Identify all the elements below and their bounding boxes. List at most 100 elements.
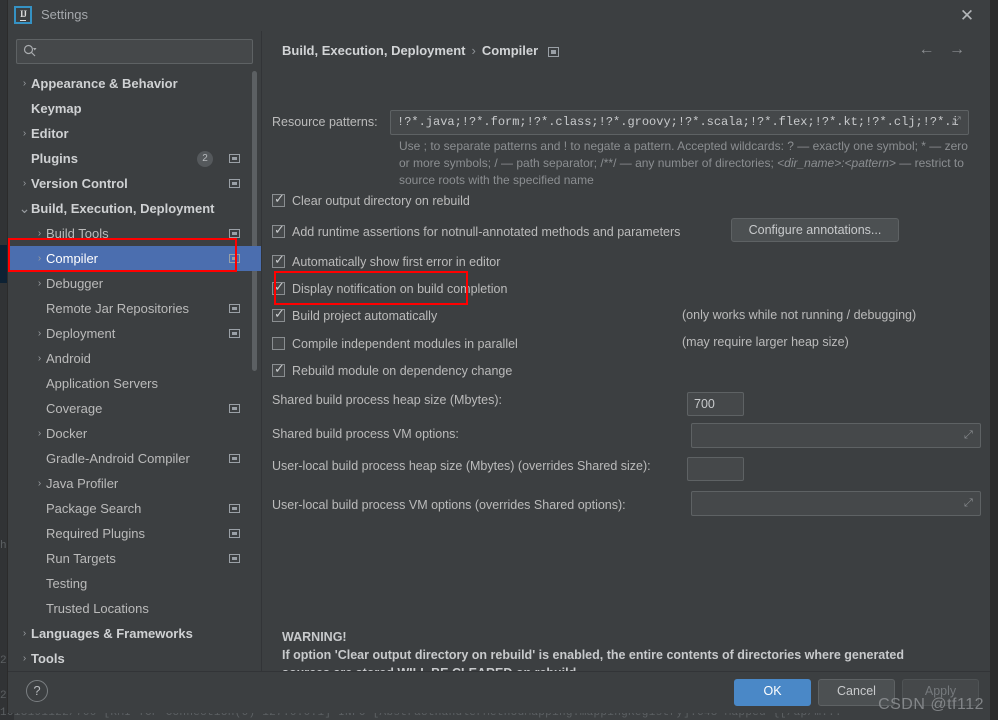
sidebar-item-languages-frameworks[interactable]: › Languages & Frameworks: [8, 621, 261, 646]
configure-annotations-button[interactable]: Configure annotations...: [731, 218, 899, 242]
expand-editor-icon[interactable]: ⤢: [952, 116, 964, 128]
sidebar-item-version-control[interactable]: › Version Control: [8, 171, 261, 196]
sidebar-item-plugins[interactable]: ›Plugins2: [8, 146, 261, 171]
sidebar-item-trusted-locations[interactable]: ›Trusted Locations: [8, 596, 261, 621]
sidebar-item-testing[interactable]: ›Testing: [8, 571, 261, 596]
breadcrumb-root[interactable]: Build, Execution, Deployment: [282, 43, 465, 58]
chevron-right-icon[interactable]: ›: [18, 121, 31, 146]
chevron-down-icon[interactable]: ⌄: [18, 196, 31, 221]
sidebar-item-keymap[interactable]: ›Keymap: [8, 96, 261, 121]
modified-settings-icon: [229, 454, 240, 463]
checkbox-checked-icon[interactable]: [272, 306, 286, 323]
field-input[interactable]: 700: [687, 392, 744, 416]
checkbox-display-notification-on-build-completion[interactable]: Display notification on build completion: [272, 279, 508, 298]
chevron-right-icon[interactable]: ›: [18, 171, 31, 196]
settings-tree[interactable]: ›Appearance & Behavior›Keymap›Editor›Plu…: [8, 71, 261, 671]
sidebar-item-build-tools[interactable]: › Build Tools: [8, 221, 261, 246]
resource-patterns-value: !?*.java;!?*.form;!?*.class;!?*.groovy;!…: [397, 115, 959, 129]
sidebar-item-label: Application Servers: [46, 376, 158, 392]
sidebar-item-run-targets[interactable]: ›Run Targets: [8, 546, 261, 571]
sidebar-item-package-search[interactable]: ›Package Search: [8, 496, 261, 521]
sidebar-item-java-profiler[interactable]: › Java Profiler: [8, 471, 261, 496]
checkbox-label: Clear output directory on rebuild: [292, 193, 470, 208]
sidebar-item-appearance-behavior[interactable]: › Appearance & Behavior: [8, 71, 261, 96]
checkbox-clear-output-directory-on-rebuild[interactable]: Clear output directory on rebuild: [272, 191, 470, 210]
checkbox-rebuild-module-on-dependency-change[interactable]: Rebuild module on dependency change: [272, 361, 513, 380]
checkbox-checked-icon[interactable]: [272, 279, 286, 296]
chevron-right-icon[interactable]: ›: [33, 221, 46, 246]
modified-settings-icon: [229, 529, 240, 538]
checkbox-unchecked-icon[interactable]: [272, 337, 285, 351]
checkbox-label: Rebuild module on dependency change: [292, 363, 513, 378]
sidebar-item-docker[interactable]: › Docker: [8, 421, 261, 446]
modified-settings-icon: [229, 154, 240, 163]
sidebar-item-debugger[interactable]: › Debugger: [8, 271, 261, 296]
sidebar-item-compiler[interactable]: › Compiler: [8, 246, 261, 271]
forward-arrow-icon[interactable]: →: [944, 41, 970, 59]
sidebar-item-label: Testing: [46, 576, 88, 592]
sidebar-item-deployment[interactable]: › Deployment: [8, 321, 261, 346]
hint-line-1: Use ; to separate patterns and ! to nega…: [399, 139, 968, 153]
sidebar-item-build-execution-deployment[interactable]: ⌄Build, Execution, Deployment: [8, 196, 261, 221]
close-icon[interactable]: ✕: [956, 5, 978, 27]
checkbox-label: Display notification on build completion: [292, 281, 508, 296]
chevron-right-icon[interactable]: ›: [33, 246, 46, 271]
checkbox-compile-independent-modules-in-parallel[interactable]: Compile independent modules in parallel: [272, 335, 518, 353]
expand-editor-icon[interactable]: ⤢: [964, 429, 976, 441]
chevron-right-icon[interactable]: ›: [33, 421, 46, 446]
sidebar-item-coverage[interactable]: ›Coverage: [8, 396, 261, 421]
checkbox-automatically-show-first-error-in-editor[interactable]: Automatically show first error in editor: [272, 252, 500, 271]
ok-button[interactable]: OK: [734, 679, 811, 706]
modified-settings-icon: [229, 329, 240, 338]
chevron-right-icon[interactable]: ›: [33, 346, 46, 371]
note-parallel-modules: (may require larger heap size): [682, 335, 849, 349]
modified-settings-icon: [229, 554, 240, 563]
checkbox-checked-icon[interactable]: [272, 191, 286, 208]
sidebar-item-label: Tools: [31, 651, 65, 667]
sidebar-item-gradle-android-compiler[interactable]: ›Gradle-Android Compiler: [8, 446, 261, 471]
back-arrow-icon[interactable]: ←: [914, 41, 940, 59]
sidebar-item-editor[interactable]: › Editor: [8, 121, 261, 146]
chevron-right-icon[interactable]: ›: [33, 321, 46, 346]
checkbox-checked-icon[interactable]: [272, 222, 286, 239]
breadcrumb: Build, Execution, Deployment › Compiler: [282, 43, 560, 58]
sidebar-item-tools[interactable]: › Tools: [8, 646, 261, 671]
field-input[interactable]: ⤢: [691, 423, 981, 448]
field-input[interactable]: [687, 457, 744, 481]
chevron-right-icon[interactable]: ›: [33, 271, 46, 296]
warning-line-1: If option 'Clear output directory on reb…: [282, 648, 905, 662]
sidebar-item-label: Deployment: [46, 326, 116, 342]
checkbox-label: Add runtime assertions for notnull-annot…: [292, 224, 681, 239]
hint-line-2b: <dir_name>:<pattern>: [777, 156, 896, 170]
sidebar-item-application-servers[interactable]: ›Application Servers: [8, 371, 261, 396]
chevron-right-icon[interactable]: ›: [18, 621, 31, 646]
checkbox-add-runtime-assertions-for-notnull-annotated-methods-and-parameters[interactable]: Add runtime assertions for notnull-annot…: [272, 222, 681, 241]
sidebar-item-label: Remote Jar Repositories: [46, 301, 190, 317]
field-label: Shared build process VM options:: [272, 427, 459, 441]
breadcrumb-leaf: Compiler: [481, 43, 539, 58]
watermark: CSDN @tf112: [878, 696, 984, 713]
checkbox-checked-icon[interactable]: [272, 252, 286, 269]
sidebar-item-remote-jar-repositories[interactable]: ›Remote Jar Repositories: [8, 296, 261, 321]
expand-editor-icon[interactable]: ⤢: [964, 497, 976, 509]
chevron-right-icon[interactable]: ›: [18, 71, 31, 96]
sidebar-item-android[interactable]: › Android: [8, 346, 261, 371]
sidebar-item-label: Appearance & Behavior: [31, 76, 178, 92]
field-label: Shared build process heap size (Mbytes):: [272, 393, 502, 407]
checkbox-build-project-automatically[interactable]: Build project automatically: [272, 306, 437, 325]
field-value: 700: [694, 397, 715, 411]
chevron-right-icon[interactable]: ›: [18, 646, 31, 671]
field-input[interactable]: ⤢: [691, 491, 981, 516]
search-box[interactable]: [16, 39, 253, 64]
sidebar-item-required-plugins[interactable]: ›Required Plugins: [8, 521, 261, 546]
sidebar-item-label: Android: [46, 351, 91, 367]
help-button[interactable]: ?: [26, 680, 48, 702]
warning-title: WARNING!: [282, 630, 347, 644]
modified-settings-icon: [229, 404, 240, 413]
resource-patterns-input[interactable]: !?*.java;!?*.form;!?*.class;!?*.groovy;!…: [390, 110, 969, 135]
modified-settings-icon: [229, 304, 240, 313]
checkbox-checked-icon[interactable]: [272, 361, 286, 378]
sidebar-item-label: Build, Execution, Deployment: [31, 201, 215, 217]
chevron-right-icon[interactable]: ›: [33, 471, 46, 496]
search-input[interactable]: [43, 40, 248, 63]
